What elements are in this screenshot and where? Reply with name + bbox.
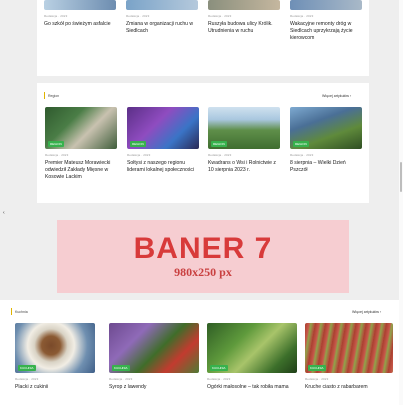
region-section: Region Więcej artykułów › REGION REGION …: [37, 83, 369, 203]
article-tag[interactable]: REGION: [48, 141, 64, 147]
article-title-link[interactable]: 8 sierpnia – Wielki Dzień Pszczół: [290, 160, 362, 174]
article-thumbnail[interactable]: KUCHNIA: [109, 323, 199, 373]
article-meta: Redakcja · 2023: [45, 153, 69, 157]
article-title-link[interactable]: Premier Mateusz Morawiecki odwiedził Zak…: [45, 160, 119, 181]
article-thumbnail[interactable]: KUCHNIA: [207, 323, 297, 373]
article-title-link[interactable]: Placki z cukinii: [15, 384, 95, 391]
article-meta: Redakcja · 2023: [126, 14, 150, 18]
more-articles-link[interactable]: Więcej artykułów ›: [352, 310, 381, 314]
article-tag[interactable]: REGION: [293, 141, 309, 147]
article-thumbnail[interactable]: KUCHNIA: [305, 323, 393, 373]
article-meta: Redakcja · 2023: [127, 153, 151, 157]
section-title: Kuchnia: [15, 310, 28, 314]
article-thumbnail[interactable]: [44, 0, 116, 10]
article-thumbnail[interactable]: [290, 0, 362, 10]
banner-heading: BANER 7: [133, 232, 273, 265]
article-tag[interactable]: KUCHNIA: [308, 365, 326, 371]
more-articles-link[interactable]: Więcej artykułów ›: [322, 94, 351, 98]
article-title-link[interactable]: Syrop z lawendy: [109, 384, 199, 391]
article-meta: Redakcja · 2023: [290, 14, 314, 18]
kuchnia-section: Kuchnia Więcej artykułów › KUCHNIA KUCHN…: [0, 300, 403, 405]
article-tag[interactable]: REGION: [211, 141, 227, 147]
cursor-marker: ‹: [3, 210, 5, 216]
article-thumbnail[interactable]: REGION: [45, 107, 117, 149]
article-title-link[interactable]: Kwadrans o Wsi i Rolnictwie z 10 sierpni…: [208, 160, 282, 174]
banner-size: 980x250 px: [174, 265, 232, 279]
article-meta: Redakcja · 2023: [207, 377, 231, 381]
article-meta: Redakcja · 2023: [208, 153, 232, 157]
article-title-link[interactable]: Ruszyła budowa ulicy Królik. Utrudnienia…: [208, 21, 280, 35]
scrollbar-thumb[interactable]: [400, 162, 402, 192]
article-tag[interactable]: KUCHNIA: [18, 365, 36, 371]
article-thumbnail[interactable]: [208, 0, 280, 10]
section-title: Region: [48, 94, 60, 98]
section-accent-bar: [11, 308, 12, 315]
section-accent-bar: [44, 92, 45, 99]
article-title-link[interactable]: Ogórki małosolne – tak robiła mama: [207, 384, 297, 391]
article-meta: Redakcja · 2023: [208, 14, 232, 18]
article-title-link[interactable]: Zmiana w organizacji ruchu w Siedlcach: [126, 21, 198, 35]
article-meta: Redakcja · 2023: [305, 377, 329, 381]
article-tag[interactable]: KUCHNIA: [112, 365, 130, 371]
article-title-link[interactable]: Sołtysi z naszego regionu liderami lokal…: [127, 160, 199, 174]
top-articles-card: Redakcja · 2023 Redakcja · 2023 Redakcja…: [37, 0, 369, 76]
scrollbar-track[interactable]: [399, 0, 403, 405]
article-meta: Redakcja · 2023: [290, 153, 314, 157]
ad-banner[interactable]: BANER 7 980x250 px: [57, 220, 349, 293]
article-title-link[interactable]: Go szkół po świeżym asfalcie: [44, 21, 116, 28]
article-thumbnail[interactable]: REGION: [208, 107, 280, 149]
article-tag[interactable]: KUCHNIA: [210, 365, 228, 371]
article-tag[interactable]: REGION: [130, 141, 146, 147]
article-title-link[interactable]: Wakacyjne remonty dróg w Siedlcach uprzy…: [290, 21, 362, 42]
article-title-link[interactable]: Kruche ciasto z rabarbarem: [305, 384, 393, 391]
article-meta: Redakcja · 2023: [109, 377, 133, 381]
article-thumbnail[interactable]: KUCHNIA: [15, 323, 95, 373]
article-thumbnail[interactable]: REGION: [127, 107, 199, 149]
article-meta: Redakcja · 2023: [44, 14, 68, 18]
article-thumbnail[interactable]: REGION: [290, 107, 362, 149]
article-thumbnail[interactable]: [126, 0, 198, 10]
article-meta: Redakcja · 2023: [15, 377, 39, 381]
